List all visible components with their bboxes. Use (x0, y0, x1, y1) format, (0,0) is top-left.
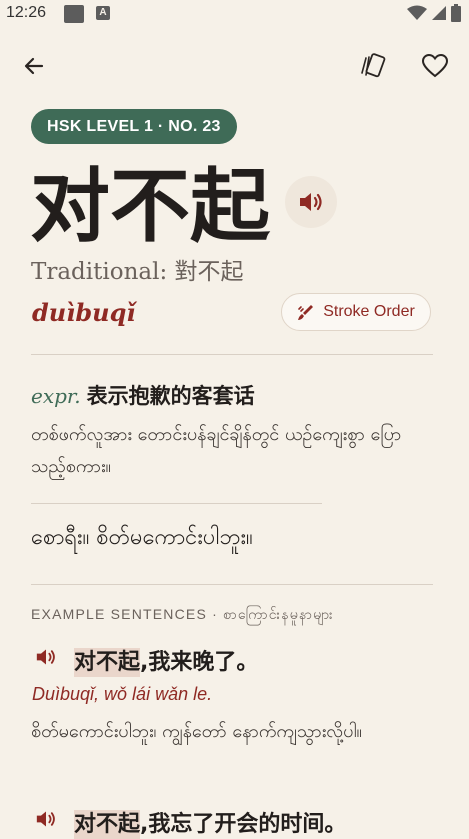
app-notification-icon: A (96, 6, 110, 20)
speaker-icon (36, 811, 55, 827)
status-time: 12:26 (6, 4, 47, 21)
play-example-audio-button[interactable] (31, 642, 61, 672)
hsk-level-badge: HSK LEVEL 1 · NO. 23 (31, 109, 237, 144)
signal-icon (432, 6, 446, 20)
wifi-icon (407, 5, 427, 20)
heart-icon (421, 53, 449, 78)
example-translation: စိတ်မကောင်းပါဘူး၊ ကျွန်တော် နောက်ကျသွားလ… (31, 721, 362, 742)
definition-line: expr. 表示抱歉的客套话 (31, 380, 255, 410)
play-example-audio-button[interactable] (31, 804, 61, 834)
part-of-speech: expr. (31, 384, 81, 408)
speaker-icon (36, 649, 55, 665)
definition-chinese: 表示抱歉的客套话 (86, 384, 255, 408)
word-pinyin: duìbuqǐ (32, 298, 136, 327)
back-button[interactable] (18, 50, 50, 82)
definition-burmese: တစ်ဖက်လူအား တောင်းပန်ချင်ချိန်တွင် ယဉ်ကျ… (31, 424, 402, 477)
notification-icon (64, 5, 84, 23)
battery-icon (451, 4, 461, 22)
example-pinyin: Duìbuqǐ, wǒ lái wǎn le. (32, 684, 213, 704)
status-icons (407, 4, 461, 22)
stroke-order-label: Stroke Order (323, 303, 415, 320)
sentence-rest: ,我来晚了。 (140, 650, 259, 675)
traditional-form: Traditional: 對不起 (31, 259, 244, 285)
flashcards-button[interactable] (354, 49, 390, 83)
status-bar: 12:26 A (0, 0, 469, 28)
divider (31, 354, 433, 355)
example-sentence: 对不起,我来晚了。 (74, 644, 259, 677)
speaker-icon (300, 193, 322, 211)
example-sentences-header: EXAMPLE SENTENCES · စာကြောင်းနမူနာများ (31, 606, 334, 622)
divider (31, 503, 322, 504)
back-arrow-icon (24, 57, 44, 75)
word-hanzi: 对不起 (30, 159, 270, 253)
sentence-rest: ,我忘了开会的时间。 (140, 812, 347, 837)
brush-icon (298, 305, 314, 320)
highlighted-word: 对不起 (74, 648, 141, 677)
burmese-phrase: စောရီး။ စိတ်မကောင်းပါဘူး။ (31, 525, 253, 550)
example-sentence: 对不起,我忘了开会的时间。 (74, 806, 347, 839)
top-app-bar (0, 40, 469, 90)
divider (31, 584, 433, 585)
play-word-audio-button[interactable] (285, 176, 337, 228)
flashcards-icon (361, 53, 386, 78)
stroke-order-button[interactable]: Stroke Order (281, 293, 431, 331)
highlighted-word: 对不起 (74, 810, 141, 839)
favorite-button[interactable] (417, 49, 453, 83)
